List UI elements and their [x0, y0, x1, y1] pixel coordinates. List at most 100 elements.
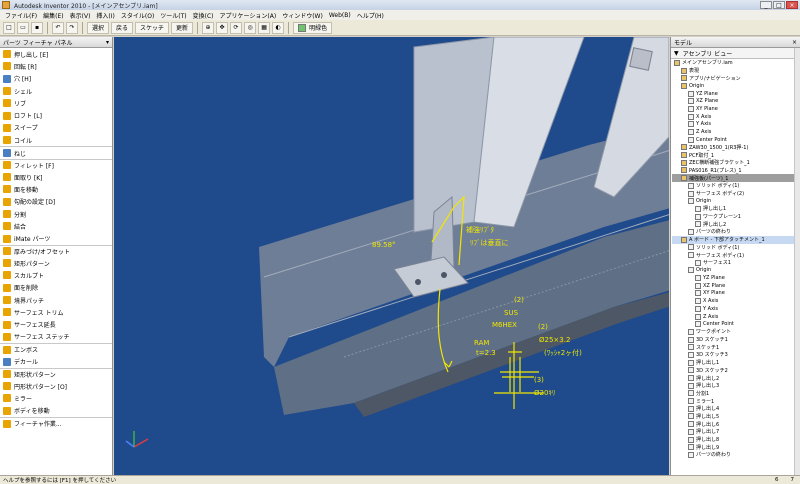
feature-tool[interactable]: 面を削除 — [0, 282, 112, 294]
tree-node[interactable]: 押し出し4 — [672, 405, 800, 413]
feature-tool[interactable]: フィレット [F] — [0, 158, 112, 171]
feature-tool[interactable]: 矩形パターン — [0, 257, 112, 269]
browser-scrollbar[interactable] — [794, 48, 800, 475]
tree-node[interactable]: メインアセンブリ.iam — [672, 59, 800, 67]
tree-node[interactable]: ワークプレーン1 — [672, 213, 800, 221]
tree-node[interactable]: Center Point — [672, 320, 800, 328]
feature-tool[interactable]: 円形状パターン [O] — [0, 380, 112, 392]
feature-tool[interactable]: 穴 [H] — [0, 73, 112, 85]
tree-node[interactable]: 分割1 — [672, 390, 800, 398]
tree-node[interactable]: 3D スケッチ2 — [672, 367, 800, 375]
tree-node[interactable]: 補強板(パーツ)_1 — [672, 174, 800, 182]
feature-tool[interactable]: 境界パッチ — [0, 294, 112, 306]
feature-tool[interactable]: サーフェス トリム — [0, 306, 112, 318]
tree-node[interactable]: 押し出し7 — [672, 428, 800, 436]
pan-icon[interactable]: ✥ — [216, 21, 229, 34]
feature-tool[interactable]: デカール — [0, 355, 112, 367]
close-button[interactable]: × — [786, 1, 798, 9]
menu-window[interactable]: ウィンドウ(W) — [279, 11, 326, 20]
maximize-button[interactable]: □ — [773, 1, 785, 9]
tree-node[interactable]: Center Point — [672, 136, 800, 144]
tree-node[interactable]: Origin — [672, 197, 800, 205]
feature-tool[interactable]: iMate パーツ — [0, 232, 112, 244]
update-button[interactable]: 更新 — [171, 21, 194, 34]
tree-node[interactable]: Z Axis — [672, 313, 800, 321]
menu-style[interactable]: スタイル(O) — [118, 11, 157, 20]
tree-node[interactable]: 押し出し1 — [672, 359, 800, 367]
feature-tool[interactable]: リブ — [0, 97, 112, 109]
feature-tool[interactable]: 結合 — [0, 220, 112, 232]
tree-node[interactable]: サーフェス ボディ(2) — [672, 190, 800, 198]
select-button[interactable]: 選択 — [87, 21, 110, 34]
redo-icon[interactable]: ↷ — [66, 21, 78, 34]
3d-viewport[interactable]: 89.58° 補強ﾘﾌﾞﾀ ﾘﾌﾞは垂直に (2) SUS M6HEX (2) … — [114, 37, 669, 475]
tree-node[interactable]: Z Axis — [672, 128, 800, 136]
feature-tool[interactable]: 矩形状パターン — [0, 367, 112, 380]
display-style-icon[interactable]: ▦ — [258, 21, 271, 34]
menu-help[interactable]: ヘルプ(H) — [354, 11, 387, 20]
tree-node[interactable]: スケッチ1 — [672, 343, 800, 351]
tree-node[interactable]: PAS016_R1(プレス)_1 — [672, 167, 800, 175]
tree-node[interactable]: XZ Plane — [672, 97, 800, 105]
save-icon[interactable]: ▪ — [31, 21, 43, 34]
tree-node[interactable]: パーツの終わり — [672, 228, 800, 236]
tree-node[interactable]: Y Axis — [672, 305, 800, 313]
feature-tool[interactable]: ミラー — [0, 392, 112, 404]
zoom-icon[interactable]: ⊕ — [202, 21, 215, 34]
tree-node[interactable]: ZAW30_1500_1(R3押-1) — [672, 144, 800, 152]
minimize-button[interactable]: _ — [760, 1, 772, 9]
look-at-icon[interactable]: ◎ — [244, 21, 257, 34]
tree-node[interactable]: 表現 — [672, 67, 800, 75]
tree-node[interactable]: Origin — [672, 82, 800, 90]
menu-file[interactable]: ファイル(F) — [2, 11, 40, 20]
menu-insert[interactable]: 挿入(I) — [93, 11, 117, 20]
tree-node[interactable]: 押し出し6 — [672, 420, 800, 428]
tree-node[interactable]: A ボード - 下部アタッチメント_1 — [672, 235, 800, 244]
tree-node[interactable]: YZ Plane — [672, 90, 800, 98]
tree-node[interactable]: 押し出し9 — [672, 443, 800, 451]
tree-node[interactable]: PCF取付_1 — [672, 151, 800, 159]
tree-node[interactable]: ミラー1 — [672, 397, 800, 405]
tree-node[interactable]: 押し出し1 — [672, 205, 800, 213]
tree-node[interactable]: Origin — [672, 267, 800, 275]
tree-node[interactable]: ワークポイント — [672, 328, 800, 336]
viewcube-icon[interactable] — [629, 47, 653, 71]
feature-tool[interactable]: ボディを移動 — [0, 405, 112, 417]
tree-node[interactable]: XZ Plane — [672, 282, 800, 290]
menu-tools[interactable]: ツール(T) — [157, 11, 189, 20]
rotate-icon[interactable]: ⟳ — [230, 21, 243, 34]
feature-tool[interactable]: スカルプト — [0, 269, 112, 281]
feature-tool[interactable]: 厚みづけ/オフセット — [0, 244, 112, 257]
tree-node[interactable]: X Axis — [672, 113, 800, 121]
menu-view[interactable]: 表示(V) — [67, 11, 94, 20]
menu-convert[interactable]: 変換(C) — [190, 11, 217, 20]
tree-node[interactable]: サーフェス ボディ(1) — [672, 251, 800, 259]
model-canvas[interactable]: 89.58° 補強ﾘﾌﾞﾀ ﾘﾌﾞは垂直に (2) SUS M6HEX (2) … — [114, 37, 669, 475]
tree-node[interactable]: 押し出し5 — [672, 413, 800, 421]
tree-node[interactable]: XY Plane — [672, 290, 800, 298]
inventor-app-icon[interactable] — [2, 1, 10, 9]
feature-tool[interactable]: コイル — [0, 134, 112, 146]
tree-node[interactable]: 押し出し2 — [672, 374, 800, 382]
tree-node[interactable]: 押し出し8 — [672, 436, 800, 444]
tree-node[interactable]: XY Plane — [672, 105, 800, 113]
tree-node[interactable]: サーフェス1 — [672, 259, 800, 267]
tree-node[interactable]: YZ Plane — [672, 274, 800, 282]
open-icon[interactable]: ▭ — [17, 21, 29, 34]
feature-tool[interactable]: スイープ — [0, 122, 112, 134]
tree-node[interactable]: パーツの終わり — [672, 451, 800, 459]
feature-tool[interactable]: サーフェス ステッチ — [0, 331, 112, 343]
feature-tool[interactable]: 勾配の設定 [D] — [0, 196, 112, 208]
tree-node[interactable]: X Axis — [672, 297, 800, 305]
feature-tool[interactable]: 押し出し [E] — [0, 48, 112, 60]
tree-node[interactable]: ソリッド ボディ(1) — [672, 244, 800, 252]
shadow-icon[interactable]: ◐ — [272, 21, 285, 34]
tree-node[interactable]: 3D スケッチ3 — [672, 351, 800, 359]
tree-node[interactable]: アプリ/ナビゲーション — [672, 74, 800, 82]
feature-tool[interactable]: サーフェス延長 — [0, 319, 112, 331]
feature-tool[interactable]: エンボス — [0, 343, 112, 355]
tree-node[interactable]: 押し出し3 — [672, 382, 800, 390]
sketch-button[interactable]: スケッチ — [135, 21, 170, 34]
feature-tool[interactable]: フィーチャ作業... — [0, 416, 112, 429]
undo-icon[interactable]: ↶ — [52, 21, 64, 34]
